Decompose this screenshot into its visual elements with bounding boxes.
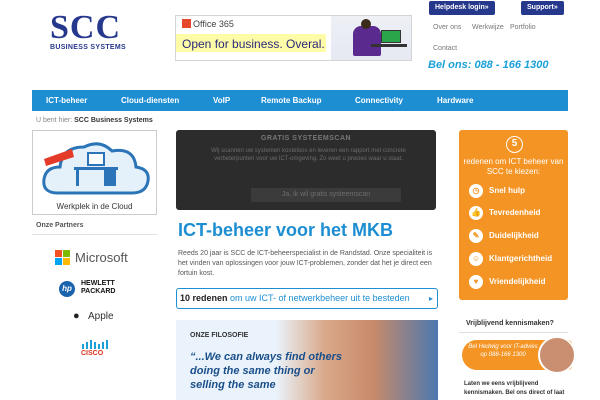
microsoft-icon	[55, 250, 70, 265]
breadcrumb: U bent hier: SCC Business Systems	[36, 117, 153, 124]
free-scan-banner: GRATIS SYSTEEMSCAN Wij scannen uw system…	[176, 130, 436, 210]
avatar	[538, 336, 576, 374]
nav-voip[interactable]: VoIP	[213, 90, 230, 111]
arrow-right-icon: ▸	[428, 294, 433, 303]
partner-microsoft[interactable]: Microsoft	[55, 250, 145, 266]
page-title: ICT-beheer voor het MKB	[178, 220, 394, 240]
heart-icon: ♥	[469, 275, 483, 289]
partner-label: HEWLETT PACKARD	[81, 280, 116, 295]
reason-label: Klantgerichtheid	[489, 254, 553, 263]
scan-text: Wij scannen uw systemen kosteloos en lev…	[211, 148, 406, 162]
call-hedwig-text: Bel Hedwig voor IT-advies op 088-166 130…	[468, 344, 538, 358]
scan-title: GRATIS SYSTEEMSCAN	[260, 135, 352, 142]
nav-remote-backup[interactable]: Remote Backup	[261, 90, 321, 111]
reason-label: Snel hulp	[489, 186, 525, 195]
reasons-title: redenen om ICT beheer van SCC te kiezen:	[463, 157, 564, 176]
cloud-workplace-promo[interactable]: v.a. 25,- p.m. Werkplek in de Cloud	[32, 130, 157, 215]
partner-hp[interactable]: hp HEWLETT PACKARD	[55, 280, 145, 300]
office365-banner[interactable]: Office 365 Open for business. Overal.	[175, 15, 412, 61]
office365-brand: Office 365	[182, 19, 234, 29]
apple-icon: ●	[73, 310, 80, 322]
intro-text: Reeds 20 jaar is SCC de ICT-beheerspecia…	[178, 250, 433, 277]
reason-label: Duidelijkheid	[489, 231, 539, 240]
philosophy-quote: “...We can always find others doing the …	[190, 351, 343, 391]
top-link-over-ons[interactable]: Over ons	[433, 24, 461, 31]
support-button[interactable]: Support»	[521, 1, 564, 15]
partner-label: Microsoft	[75, 250, 128, 265]
reasons-link-text: om uw ICT- of netwerkbeheer uit te beste…	[230, 293, 410, 303]
partners-title: Onze Partners	[36, 222, 84, 229]
nav-ict-beheer[interactable]: ICT-beheer	[46, 90, 87, 111]
reason-label: Vriendelijkheid	[489, 277, 546, 286]
ten-reasons-link[interactable]: 10 redenen om uw ICT- of netwerkbeheer u…	[176, 288, 438, 309]
main-nav: ICT-beheer Cloud-diensten VoIP Remote Ba…	[32, 90, 568, 111]
cloud-caption: Werkplek in de Cloud	[56, 202, 133, 211]
top-link-werkwijze[interactable]: Werkwijze	[472, 24, 504, 31]
logo-main-text: SCC	[50, 9, 122, 46]
breadcrumb-prefix: U bent hier:	[36, 117, 73, 124]
philosophy-panel: ONZE FILOSOFIE “...We can always find ot…	[176, 320, 438, 400]
pencil-icon: ✎	[469, 229, 483, 243]
top-link-portfolio[interactable]: Portfolio	[510, 24, 536, 31]
helpdesk-login-button[interactable]: Helpdesk login»	[429, 1, 495, 15]
reasons-number: 5	[506, 136, 523, 153]
free-meeting-title: Vrijblijvend kennismaken?	[466, 320, 554, 327]
reason-label: Tevredenheid	[489, 208, 541, 217]
breadcrumb-current[interactable]: SCC Business Systems	[74, 117, 153, 124]
partner-apple[interactable]: ● Apple	[55, 310, 145, 326]
thumbs-up-icon: 👍	[469, 206, 483, 220]
partner-label: CISCO	[81, 350, 104, 357]
nav-hardware[interactable]: Hardware	[437, 90, 473, 111]
partner-cisco[interactable]: CISCO	[55, 340, 145, 360]
hp-icon: hp	[59, 281, 75, 297]
logo-sub-text: BUSINESS SYSTEMS	[50, 44, 126, 51]
reasons-count: 10 redenen	[180, 293, 228, 303]
banner-tagline: Open for business. Overal.	[182, 37, 325, 51]
philosophy-label: ONZE FILOSOFIE	[190, 332, 249, 339]
cisco-bars-icon	[82, 340, 108, 349]
nav-connectivity[interactable]: Connectivity	[355, 90, 403, 111]
free-meeting-divider	[459, 332, 568, 333]
nav-cloud-diensten[interactable]: Cloud-diensten	[121, 90, 179, 111]
five-reasons-box[interactable]: 5 redenen om ICT beheer van SCC te kieze…	[459, 130, 568, 300]
partner-label: Apple	[88, 311, 114, 322]
banner-illustration	[331, 16, 411, 60]
call-hedwig-banner[interactable]: Bel Hedwig voor IT-advies op 088-166 130…	[462, 336, 576, 374]
phone-number: Bel ons: 088 - 166 1300	[428, 59, 549, 71]
office-icon	[182, 19, 191, 28]
scan-button[interactable]: Ja, ik wil gratis systeemscan	[251, 188, 401, 202]
person-icon: ☺	[469, 252, 483, 266]
top-link-contact[interactable]: Contact	[433, 45, 457, 52]
scc-logo[interactable]: SCC BUSINESS SYSTEMS	[50, 9, 130, 53]
free-meeting-text: Laten we eens vrijblijvend kennismaken. …	[464, 381, 565, 396]
partners-divider	[32, 234, 157, 235]
stopwatch-icon: ◷	[469, 184, 483, 198]
